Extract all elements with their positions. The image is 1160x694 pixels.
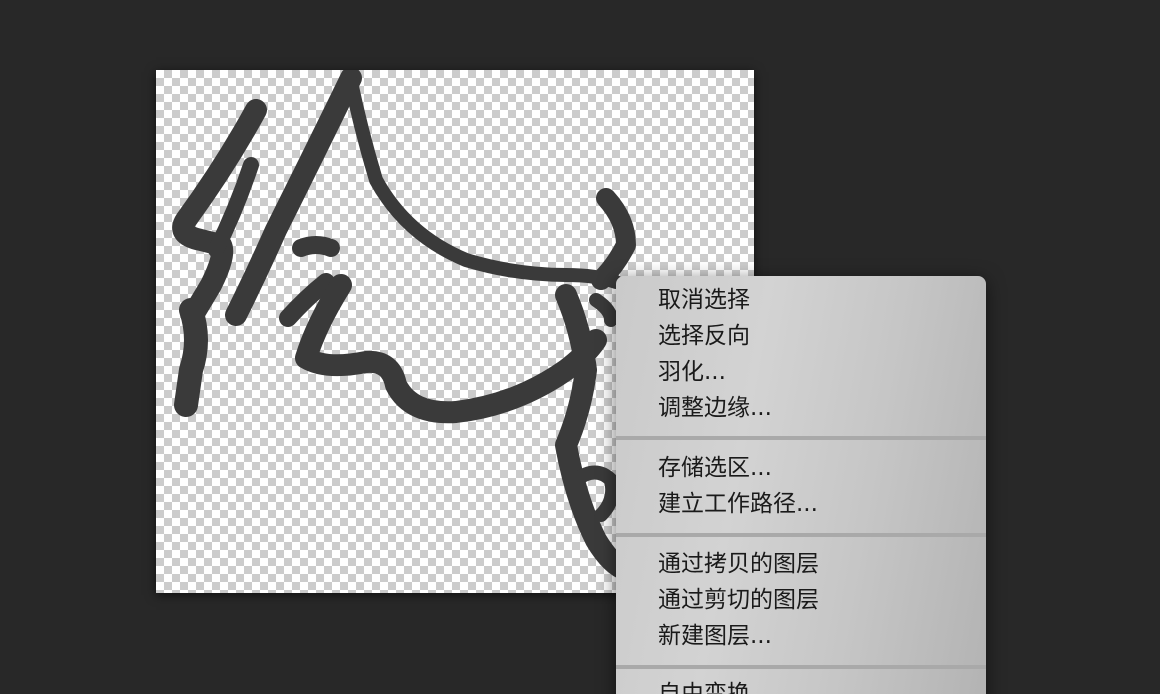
menu-item-feather[interactable]: 羽化... [658,355,726,389]
menu-separator [616,436,986,440]
menu-item-save-selection[interactable]: 存储选区... [658,451,772,485]
calligraphy-stroke [174,298,208,417]
photoshop-workspace: 取消选择 选择反向 羽化... 调整边缘... 存储选区... 建立工作路径..… [0,0,1160,694]
calligraphy-stroke [591,188,636,290]
menu-item-select-inverse[interactable]: 选择反向 [658,319,750,353]
calligraphy-stroke [295,274,607,424]
context-menu: 取消选择 选择反向 羽化... 调整边缘... 存储选区... 建立工作路径..… [616,276,986,694]
calligraphy-stroke [292,236,340,257]
menu-separator [616,665,986,669]
menu-item-refine-edge[interactable]: 调整边缘... [658,391,772,425]
menu-item-layer-via-cut[interactable]: 通过剪切的图层 [658,583,819,617]
menu-item-layer-via-copy[interactable]: 通过拷贝的图层 [658,547,819,581]
menu-separator [616,533,986,537]
menu-item-make-work-path[interactable]: 建立工作路径... [658,487,818,521]
calligraphy-stroke [589,293,618,327]
menu-item-new-layer[interactable]: 新建图层... [658,619,772,653]
calligraphy-stroke [344,75,623,289]
menu-item-deselect[interactable]: 取消选择 [658,283,750,317]
menu-item-free-transform[interactable]: 自由变换 [658,677,750,694]
